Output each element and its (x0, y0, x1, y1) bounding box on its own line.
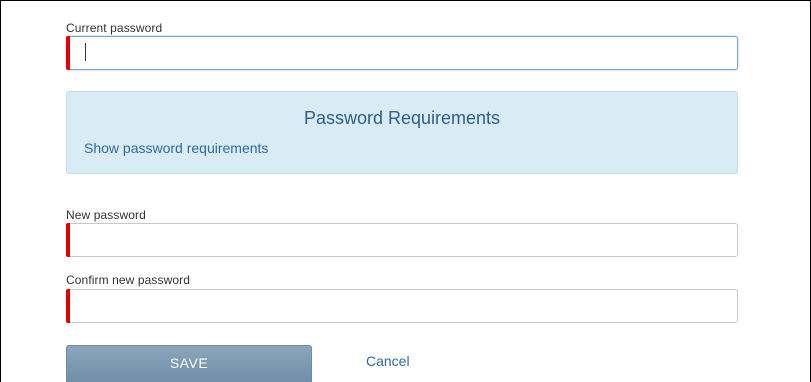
required-indicator (66, 36, 70, 70)
current-password-label: Current password (66, 21, 163, 35)
confirm-new-password-label: Confirm new password (66, 273, 191, 287)
required-indicator (66, 223, 70, 257)
new-password-label: New password (66, 208, 146, 222)
current-password-input[interactable] (66, 36, 738, 70)
required-indicator (66, 289, 70, 323)
new-password-input[interactable] (66, 223, 738, 257)
password-requirements-title: Password Requirements (303, 108, 501, 128)
cancel-link[interactable]: Cancel (366, 353, 410, 369)
show-password-requirements-link[interactable]: Show password requirements (84, 140, 268, 156)
text-cursor (85, 43, 86, 61)
password-requirements-panel: Password Requirements Show password requ… (66, 91, 738, 174)
save-button[interactable]: SAVE (66, 345, 312, 382)
confirm-new-password-input[interactable] (66, 289, 738, 323)
